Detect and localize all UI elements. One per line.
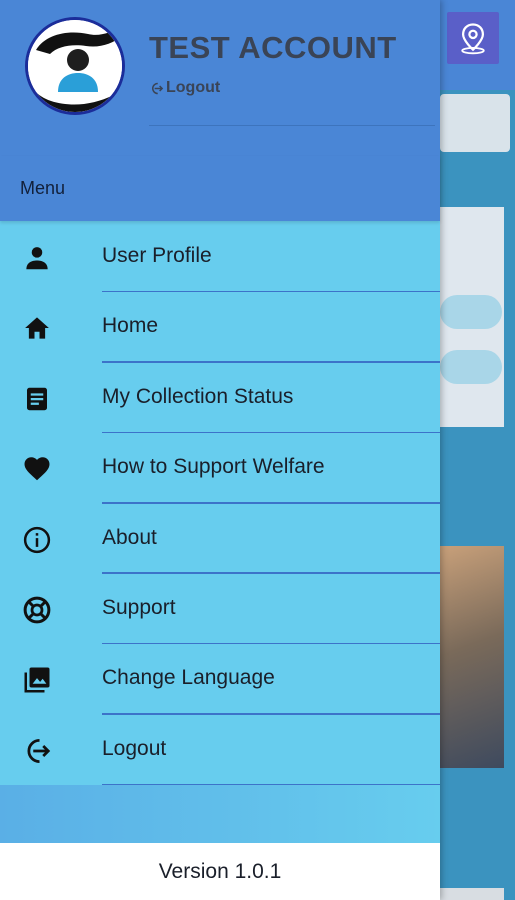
logout-small-icon — [152, 82, 164, 94]
menu-section-bar: Menu — [0, 156, 440, 221]
menu-section-label: Menu — [20, 178, 66, 198]
heart-icon — [21, 453, 53, 485]
document-icon — [21, 383, 53, 415]
menu-item-how-to-support-welfare[interactable]: How to Support Welfare — [0, 433, 440, 504]
menu-item-label: Logout — [102, 736, 167, 760]
menu-item-change-language[interactable]: Change Language — [0, 644, 440, 715]
header-divider — [149, 125, 435, 126]
person-icon — [21, 242, 53, 274]
image-stack-icon — [21, 664, 53, 696]
menu-item-user-profile[interactable]: User Profile — [0, 222, 440, 293]
account-name: TEST ACCOUNT — [149, 30, 397, 65]
menu-item-label: Home — [102, 314, 159, 338]
background-pill — [440, 295, 502, 329]
menu-item-my-collection-status[interactable]: My Collection Status — [0, 363, 440, 434]
version-label: Version 1.0.1 — [158, 859, 282, 883]
navigation-drawer: TEST ACCOUNT Logout Menu User Profile Ho… — [0, 0, 440, 900]
version-footer: Version 1.0.1 — [0, 843, 440, 900]
menu-item-label: Support — [102, 595, 176, 619]
background-photo — [440, 546, 504, 768]
menu-item-label: How to Support Welfare — [102, 455, 325, 479]
user-care-logo-icon — [28, 20, 122, 112]
menu-item-support[interactable]: Support — [0, 574, 440, 645]
logout-icon — [21, 735, 53, 767]
menu-item-about[interactable]: About — [0, 504, 440, 574]
info-icon — [21, 524, 53, 556]
background-bottom-card — [440, 888, 504, 900]
location-pin-icon[interactable] — [447, 12, 499, 64]
menu-item-home[interactable]: Home — [0, 292, 440, 363]
menu-item-label: Change Language — [102, 666, 275, 690]
avatar[interactable] — [25, 17, 125, 115]
drawer-empty-area — [0, 785, 440, 843]
menu-list: User Profile Home My Collection Status H… — [0, 222, 440, 786]
background-pill — [440, 350, 502, 384]
header-logout-label: Logout — [166, 79, 221, 96]
menu-item-label: About — [102, 525, 157, 549]
menu-item-label: My Collection Status — [102, 384, 294, 408]
header-logout-link[interactable]: Logout — [149, 79, 220, 97]
background-search-field — [440, 94, 510, 152]
lifebuoy-icon — [21, 594, 53, 626]
home-icon — [21, 312, 53, 344]
drawer-header: TEST ACCOUNT Logout — [0, 0, 440, 156]
menu-item-label: User Profile — [102, 244, 212, 267]
menu-item-logout[interactable]: Logout — [0, 715, 440, 786]
